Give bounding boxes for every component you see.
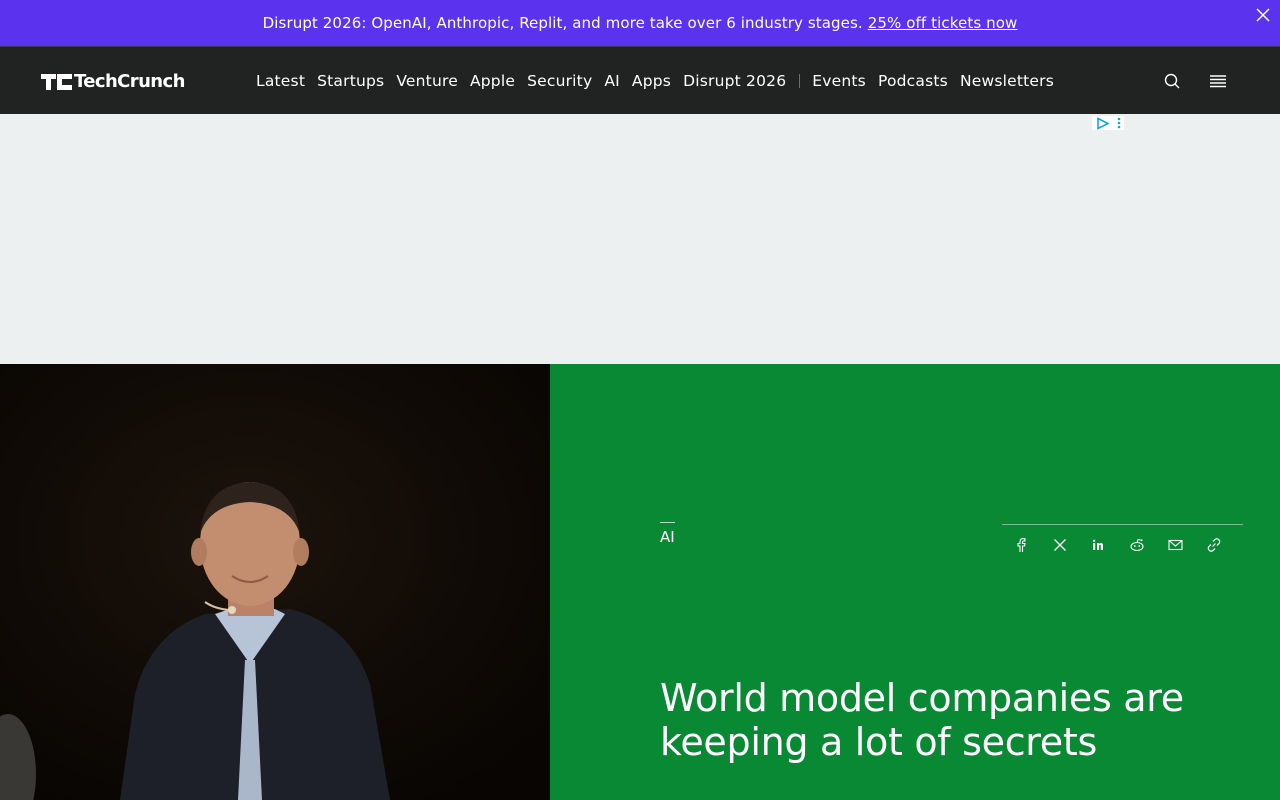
x-icon[interactable]	[1051, 535, 1070, 555]
nav-security[interactable]: Security	[527, 72, 592, 90]
nav-podcasts[interactable]: Podcasts	[878, 72, 948, 90]
facebook-icon[interactable]	[1012, 535, 1031, 555]
techcrunch-logo-icon	[41, 73, 72, 90]
linkedin-icon[interactable]	[1089, 535, 1108, 555]
nav-latest[interactable]: Latest	[256, 72, 305, 90]
nav-newsletters[interactable]: Newsletters	[960, 72, 1054, 90]
main-nav: Latest Startups Venture Apple Security A…	[256, 47, 1066, 115]
search-icon[interactable]	[1162, 71, 1182, 91]
nav-divider	[799, 74, 801, 88]
promo-message: Disrupt 2026: OpenAI, Anthropic, Replit,…	[262, 14, 863, 32]
promo-text: Disrupt 2026: OpenAI, Anthropic, Replit,…	[263, 14, 1018, 32]
hamburger-menu-icon[interactable]	[1208, 71, 1228, 91]
link-icon[interactable]	[1205, 535, 1224, 555]
logo-text: TechCrunch	[74, 71, 185, 92]
nav-ai[interactable]: AI	[604, 72, 620, 90]
ad-more-icon	[1117, 117, 1120, 129]
adchoices-icon[interactable]	[1092, 116, 1124, 130]
nav-apple[interactable]: Apple	[470, 72, 515, 90]
ad-play-icon	[1096, 116, 1110, 130]
ad-banner	[0, 114, 1280, 364]
article-hero-panel: AI World model companies are keeping a l…	[550, 364, 1280, 800]
share-bar	[1002, 524, 1243, 564]
nav-events[interactable]: Events	[812, 72, 866, 90]
nav-disrupt-2026[interactable]: Disrupt 2026	[683, 72, 786, 90]
nav-venture[interactable]: Venture	[396, 72, 458, 90]
promo-tickets-link[interactable]: 25% off tickets now	[868, 14, 1018, 32]
speaker-photo	[0, 364, 550, 800]
site-header: TechCrunch Latest Startups Venture Apple…	[0, 46, 1280, 114]
close-icon[interactable]	[1254, 6, 1272, 24]
nav-startups[interactable]: Startups	[317, 72, 384, 90]
article-headline: World model companies are keeping a lot …	[660, 676, 1184, 764]
hero-image	[0, 364, 550, 800]
site-logo[interactable]: TechCrunch	[41, 71, 185, 92]
reddit-icon[interactable]	[1128, 535, 1147, 555]
email-icon[interactable]	[1166, 535, 1185, 555]
nav-apps[interactable]: Apps	[632, 72, 671, 90]
promo-banner: Disrupt 2026: OpenAI, Anthropic, Replit,…	[0, 0, 1280, 46]
category-tag[interactable]: AI	[660, 522, 675, 546]
